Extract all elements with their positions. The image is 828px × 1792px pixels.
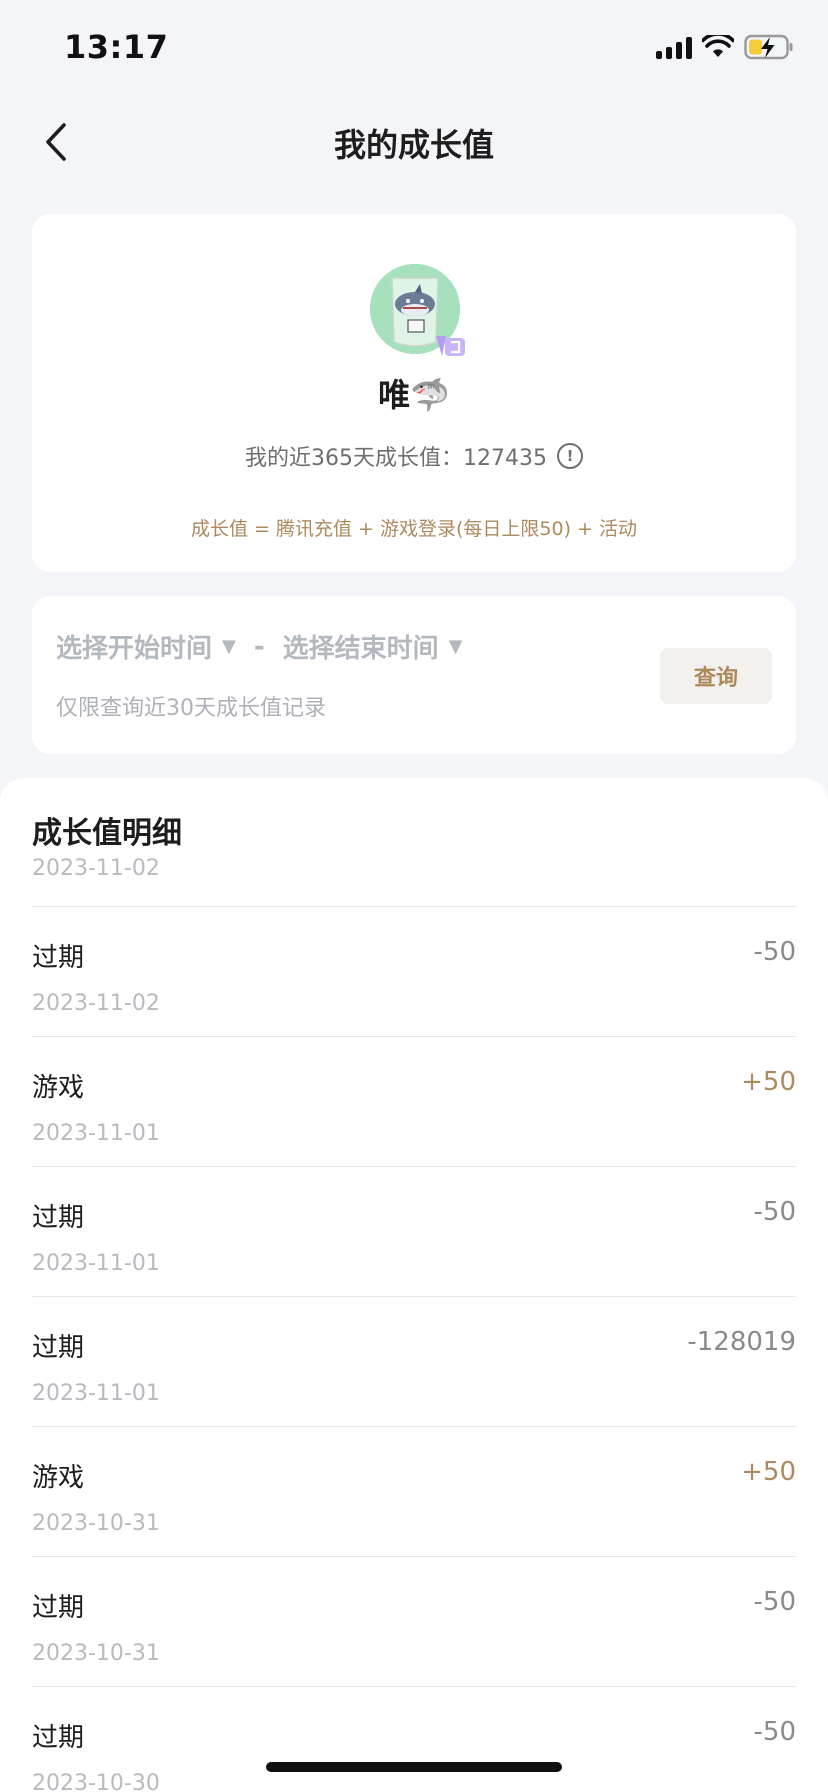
record-date: 2023-11-01 — [32, 1121, 160, 1146]
record-row[interactable]: 过期 2023-11-02 -50 — [32, 906, 796, 1036]
growth-value-label: 我的近365天成长值：127435 — [245, 446, 547, 471]
user-name: 唯🦈 — [378, 376, 450, 414]
end-date-picker[interactable]: 选择结束时间 ▼ — [283, 628, 463, 665]
record-type: 过期 — [32, 1203, 85, 1233]
filter-hint: 仅限查询近30天成长值记录 — [56, 696, 326, 721]
record-date: 2023-11-02 — [32, 991, 160, 1016]
query-button[interactable]: 查询 — [660, 648, 772, 704]
growth-summary: 我的近365天成长值：127435 ! — [32, 440, 796, 472]
record-row[interactable]: 过期 2023-10-30 -50 — [32, 1686, 796, 1792]
record-date: 2023-11-01 — [32, 1251, 160, 1276]
record-date: 2023-11-01 — [32, 1381, 160, 1406]
start-date-picker[interactable]: 选择开始时间 ▼ — [56, 628, 236, 665]
record-row[interactable]: 过期 2023-11-01 -128019 — [32, 1296, 796, 1426]
record-type: 过期 — [32, 1333, 85, 1363]
record-list: 过期 2023-11-02 -50 游戏 2023-11-01 +50 过期 2023-11-… — [32, 906, 796, 1792]
growth-value-screen: 13:17 我的成长值 唯🦈 我的近365天成长值：127435 ! 成长值 =… — [0, 0, 828, 1792]
record-amount: +50 — [741, 1067, 796, 1097]
nav-bar: 我的成长值 — [0, 100, 828, 184]
record-amount: -50 — [753, 937, 796, 967]
record-type: 游戏 — [32, 1463, 85, 1493]
profile-card: 唯🦈 我的近365天成长值：127435 ! 成长值 = 腾讯充值 + 游戏登录… — [32, 214, 796, 572]
record-date: 2023-10-31 — [32, 1641, 160, 1666]
record-amount: +50 — [741, 1457, 796, 1487]
date-range-row: 选择开始时间 ▼ - 选择结束时间 ▼ — [56, 628, 463, 665]
record-row[interactable]: 游戏 2023-11-01 +50 — [32, 1036, 796, 1166]
record-amount: -50 — [753, 1717, 796, 1747]
date-separator: - — [253, 631, 265, 662]
detail-date: 2023-11-02 — [32, 856, 160, 881]
record-row[interactable]: 游戏 2023-10-31 +50 — [32, 1426, 796, 1556]
avatar[interactable] — [370, 264, 465, 356]
battery-charging-icon — [744, 34, 794, 60]
caret-down-icon: ▼ — [222, 636, 236, 657]
record-type: 过期 — [32, 943, 85, 973]
date-filter-card: 选择开始时间 ▼ - 选择结束时间 ▼ 仅限查询近30天成长值记录 查询 — [32, 596, 796, 754]
record-date: 2023-10-30 — [32, 1771, 160, 1792]
growth-formula: 成长值 = 腾讯充值 + 游戏登录(每日上限50) + 活动 — [190, 518, 637, 540]
caret-down-icon: ▼ — [448, 636, 463, 657]
home-indicator — [266, 1762, 562, 1772]
record-type: 过期 — [32, 1593, 85, 1623]
status-icons — [656, 34, 794, 60]
status-bar: 13:17 — [0, 0, 828, 100]
record-type: 游戏 — [32, 1073, 85, 1103]
status-time: 13:17 — [64, 28, 169, 66]
detail-title: 成长值明细 — [32, 816, 182, 851]
wifi-icon — [702, 35, 734, 59]
page-title: 我的成长值 — [333, 126, 494, 164]
growth-detail-section: 成长值明细 2023-11-02 过期 2023-11-02 -50 游戏 2023-1… — [0, 778, 828, 1792]
info-icon[interactable]: ! — [556, 443, 583, 469]
end-date-placeholder: 选择结束时间 — [282, 634, 439, 664]
start-date-placeholder: 选择开始时间 — [56, 634, 213, 664]
record-row[interactable]: 过期 2023-10-31 -50 — [32, 1556, 796, 1686]
signal-icon — [656, 35, 692, 59]
record-date: 2023-10-31 — [32, 1511, 160, 1536]
record-row[interactable]: 过期 2023-11-01 -50 — [32, 1166, 796, 1296]
record-type: 过期 — [32, 1723, 85, 1753]
record-amount: -50 — [753, 1197, 796, 1227]
vip-badge-icon — [432, 330, 468, 360]
record-amount: -50 — [753, 1587, 796, 1617]
record-amount: -128019 — [687, 1327, 796, 1357]
